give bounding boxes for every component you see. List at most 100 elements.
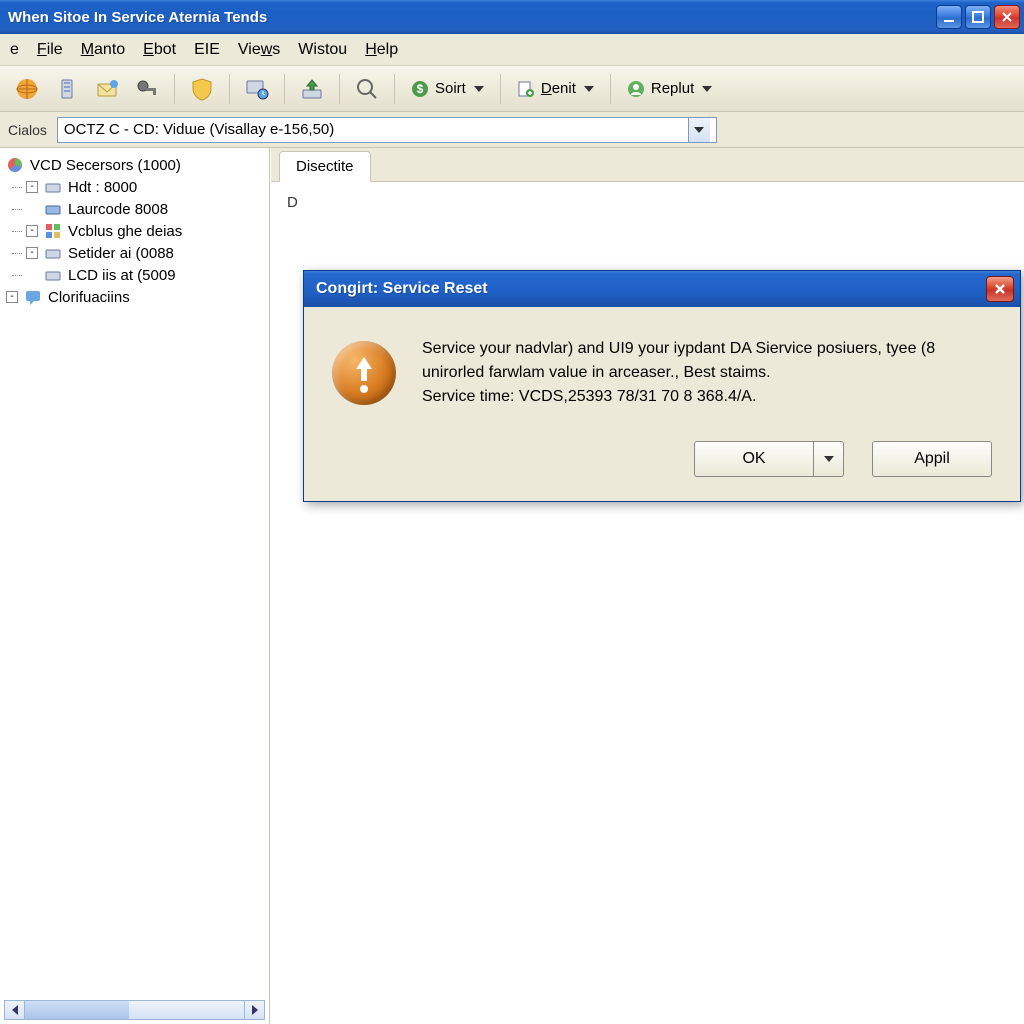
address-dropdown-button[interactable] [688,118,710,142]
tree-item[interactable]: Laurcode 8008 [4,198,265,220]
shield-icon[interactable] [185,72,219,106]
close-button[interactable] [994,5,1020,29]
dialog-titlebar: Congirt: Service Reset [304,271,1020,307]
toolbar-separator [500,74,501,104]
tree-item-label: Setider ai (0088 [68,245,174,262]
expander-icon[interactable]: - [26,225,38,237]
tree-root-label: VCD Secersors (1000) [30,157,181,174]
tree-sibling-item[interactable]: - Clorifuaciins [4,286,265,308]
server-icon[interactable] [50,72,84,106]
content-body: D [271,182,1024,223]
ok-dropdown-button[interactable] [814,441,844,477]
sidebar-hscrollbar[interactable] [4,1000,265,1020]
tree-item-label: Vcblus ghe deias [68,223,182,240]
address-value: OCTZ C - CD: Vidɯe (Visallay e-156,50) [64,121,688,138]
menu-help[interactable]: Help [365,41,398,59]
menu-e[interactable]: e [10,41,19,59]
address-label: Cialos [8,122,47,138]
scroll-track[interactable] [129,1001,244,1019]
denit-dropdown[interactable]: Denit [511,72,600,106]
tree-item-label: LCD iis at (5009 [68,267,176,284]
toolbar-separator [284,74,285,104]
maximize-button[interactable] [965,5,991,29]
drive-icon [44,266,62,284]
mail-icon[interactable] [90,72,124,106]
pie-icon [6,156,24,174]
tree-item[interactable]: - Vcblus ghe deias [4,220,265,242]
menu-eie[interactable]: EIE [194,41,220,59]
tree-item[interactable]: - Setider ai (0088 [4,242,265,264]
upload-drive-icon[interactable] [295,72,329,106]
replut-dropdown[interactable]: Replut [621,72,718,106]
apps-icon [44,222,62,240]
expander-icon[interactable]: - [26,181,38,193]
svg-text:$: $ [417,82,424,96]
soirt-dropdown[interactable]: $ Soirt [405,72,490,106]
scroll-left-button[interactable] [5,1001,25,1019]
warning-icon [332,341,396,405]
tree-sibling-label: Clorifuaciins [48,289,130,306]
dialog-line2: Service time: VCDS,25393 78/31 70 8 368.… [422,385,992,409]
dialog-title: Congirt: Service Reset [316,280,986,298]
chevron-down-icon [584,86,594,92]
dialog-buttons: OK Appil [304,431,1020,501]
service-reset-dialog: Congirt: Service Reset Service your nadv… [303,270,1021,502]
tree-item[interactable]: LCD iis at (5009 [4,264,265,286]
address-row: Cialos OCTZ C - CD: Vidɯe (Visallay e-15… [0,112,1024,148]
toolbar-separator [174,74,175,104]
tabstrip: Disectite [271,148,1024,182]
expander-icon[interactable]: - [26,247,38,259]
replut-label: Replut [651,80,694,97]
scroll-right-button[interactable] [244,1001,264,1019]
toolbar-separator [229,74,230,104]
menu-manto[interactable]: Manto [81,41,125,59]
tree-root-item[interactable]: VCD Secersors (1000) [4,154,265,176]
toolbar-separator [339,74,340,104]
chevron-down-icon [824,456,834,462]
dialog-body: Service your nadvlar) and UI9 your iypda… [304,307,1020,431]
menu-file[interactable]: File [37,41,63,59]
dialog-message: Service your nadvlar) and UI9 your iypda… [422,337,992,409]
chevron-down-icon [702,86,712,92]
chevron-down-icon [694,127,704,133]
menu-ebot[interactable]: Ebot [143,41,176,59]
dialog-close-button[interactable] [986,276,1014,302]
drive-icon [44,244,62,262]
tree-item-label: Hdt : 8000 [68,179,137,196]
toolbar-separator [394,74,395,104]
minimize-button[interactable] [936,5,962,29]
key-icon[interactable] [130,72,164,106]
tree-item[interactable]: - Hdt : 8000 [4,176,265,198]
toolbar: $ Soirt Denit Replut [0,66,1024,112]
menu-wistou[interactable]: Wistou [298,41,347,59]
ok-button[interactable]: OK [694,441,814,477]
drive-icon [44,178,62,196]
expander-icon[interactable]: - [6,291,18,303]
tree-item-label: Laurcode 8008 [68,201,168,218]
tab-disectite[interactable]: Disectite [279,151,371,182]
drive-blue-icon [44,200,62,218]
scroll-thumb[interactable] [25,1001,129,1019]
ok-split-button: OK [694,441,844,477]
address-combobox[interactable]: OCTZ C - CD: Vidɯe (Visallay e-156,50) [57,117,717,143]
toolbar-separator [610,74,611,104]
chevron-down-icon [474,86,484,92]
apply-button[interactable]: Appil [872,441,992,477]
menubar: e File Manto Ebot EIE Views Wistou Help [0,34,1024,66]
globe-icon[interactable] [10,72,44,106]
window-title: When Sitoe In Service Aternia Tends [8,9,936,26]
monitor-clock-icon[interactable] [240,72,274,106]
window-buttons [936,5,1020,29]
menu-views[interactable]: Views [238,41,280,59]
user-green-icon [627,80,645,98]
denit-label: Denit [541,80,576,97]
dialog-line1: Service your nadvlar) and UI9 your iypda… [422,337,992,385]
dollar-icon: $ [411,80,429,98]
soirt-label: Soirt [435,80,466,97]
chat-icon [24,288,42,306]
search-icon[interactable] [350,72,384,106]
sidebar-tree: VCD Secersors (1000) - Hdt : 8000 Laurco… [0,148,270,1024]
page-plus-icon [517,80,535,98]
content-stub: D [287,194,298,211]
window-titlebar: When Sitoe In Service Aternia Tends [0,0,1024,34]
